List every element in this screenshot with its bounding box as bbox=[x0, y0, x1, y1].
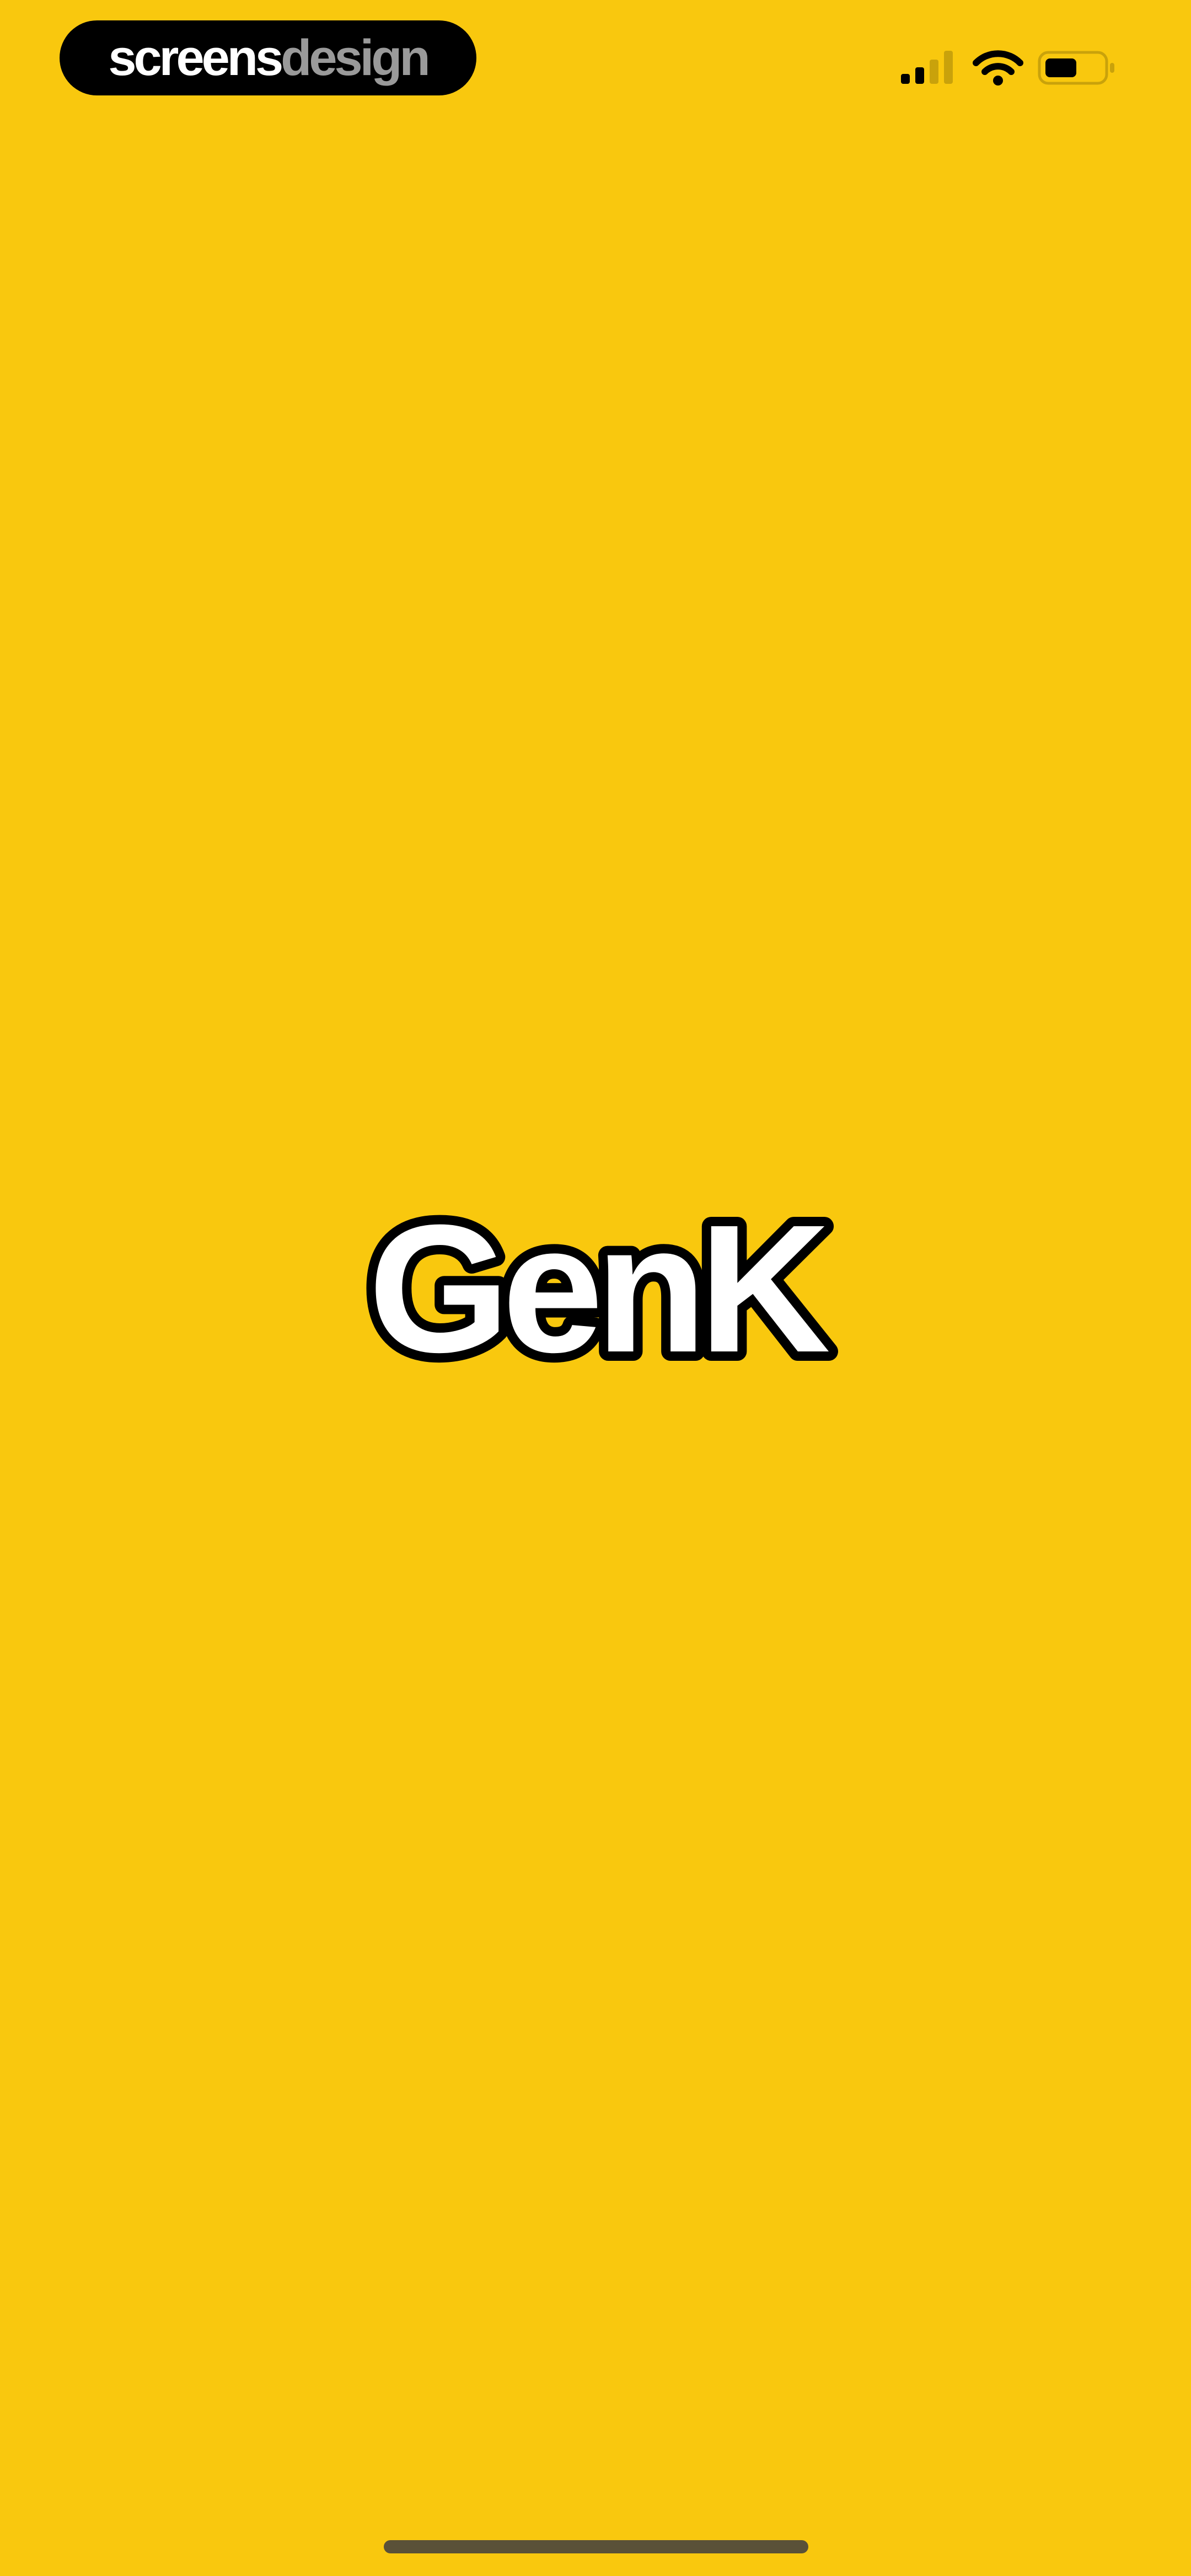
battery-icon bbox=[1038, 51, 1114, 85]
status-bar: screens design bbox=[0, 0, 1191, 116]
cellular-signal-icon bbox=[901, 51, 953, 84]
home-indicator[interactable] bbox=[384, 2540, 808, 2553]
screensdesign-watermark: screens design bbox=[60, 20, 476, 95]
wifi-icon bbox=[973, 50, 1023, 85]
watermark-primary-text: screens bbox=[108, 30, 283, 86]
watermark-secondary-text: design bbox=[281, 30, 430, 86]
genk-logo: GenK GenK bbox=[359, 1203, 847, 1379]
logo-text: GenK bbox=[368, 1203, 830, 1379]
splash-screen: screens design GenK GenK bbox=[0, 0, 1191, 2576]
